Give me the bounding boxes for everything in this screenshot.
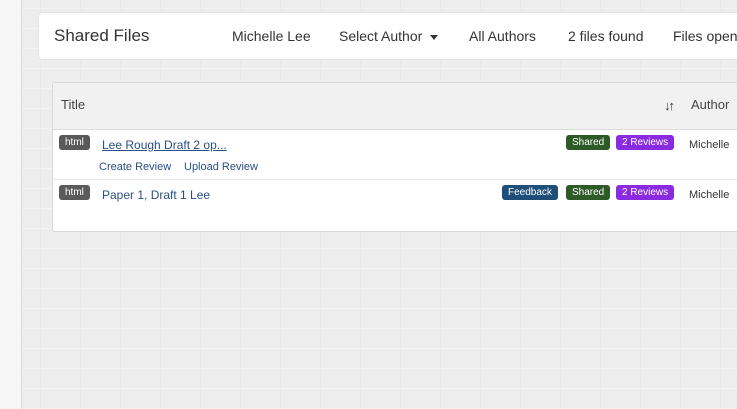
author-cell: Michelle [689,189,730,201]
all-authors-link[interactable]: All Authors [469,28,536,44]
caret-down-icon [430,34,439,40]
table-header: Title ↓↑ Author [53,83,737,130]
files-table: Title ↓↑ Author html Lee Rough Draft 2 o… [52,82,737,232]
create-review-link[interactable]: Create Review [99,161,171,173]
filetype-badge: html [59,185,90,200]
navbar: Shared Files Michelle Lee Select Author … [38,12,737,60]
author-cell: Michelle [689,139,730,151]
sort-icon[interactable]: ↓↑ [664,98,675,113]
file-title-link[interactable]: Paper 1, Draft 1 Lee [102,188,210,202]
file-title-link[interactable]: Lee Rough Draft 2 op... [102,138,227,152]
navbar-brand[interactable]: Shared Files [54,26,149,46]
upload-review-link[interactable]: Upload Review [184,161,258,173]
files-open-link[interactable]: Files open [673,28,737,44]
table-row: html Paper 1, Draft 1 Lee Feedback Share… [53,180,737,230]
shared-badge: Shared [566,135,611,150]
select-author-label: Select Author [339,28,423,44]
left-rail [0,0,22,409]
column-author[interactable]: Author [691,97,729,112]
reviews-badge[interactable]: 2 Reviews [616,185,675,200]
feedback-badge[interactable]: Feedback [502,185,558,200]
select-author-dropdown[interactable]: Select Author [339,28,439,44]
filetype-badge: html [59,135,90,150]
files-found-count: 2 files found [568,28,644,44]
column-title[interactable]: Title [61,97,85,112]
reviews-badge[interactable]: 2 Reviews [616,135,675,150]
table-row: html Lee Rough Draft 2 op... Create Revi… [53,130,737,180]
nav-user-name[interactable]: Michelle Lee [232,28,311,44]
shared-badge: Shared [566,185,611,200]
